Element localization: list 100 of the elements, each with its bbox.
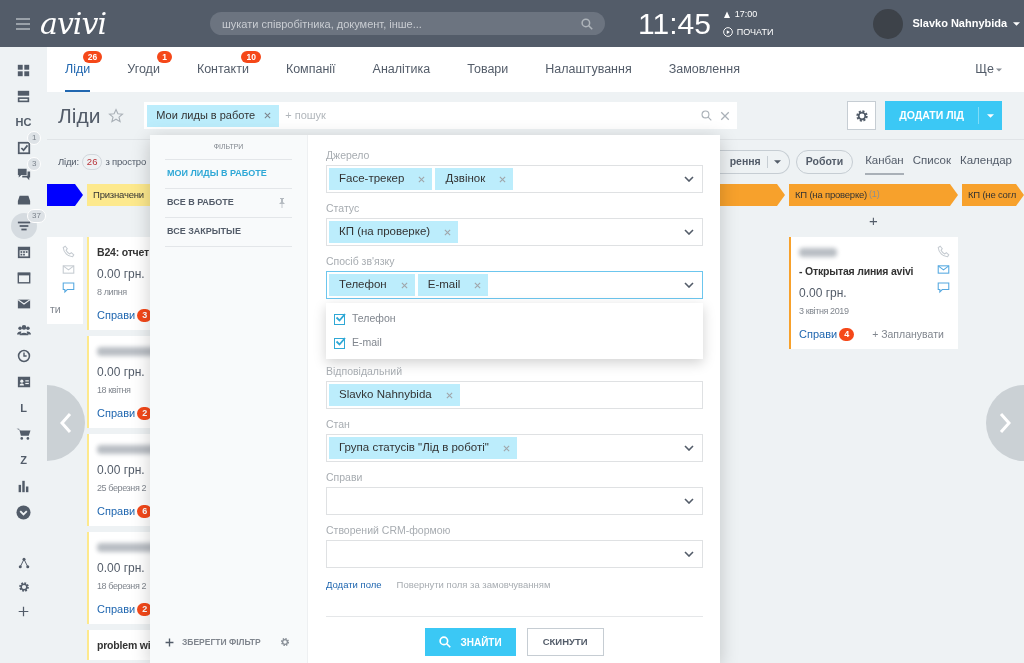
filter-chip[interactable]: E-mail <box>417 274 489 296</box>
caret-icon[interactable] <box>996 67 1002 72</box>
checkbox[interactable] <box>334 337 345 349</box>
start-link[interactable]: ПОЧАТИ <box>736 25 774 39</box>
cart-icon[interactable] <box>16 427 31 441</box>
filter-chip[interactable]: Мои лиды в работе <box>147 104 280 127</box>
plan-link[interactable]: ти <box>50 302 61 318</box>
activities-link[interactable]: Справи <box>97 307 136 324</box>
card-amount: 0.00 грн. <box>97 461 145 479</box>
checkbox[interactable] <box>334 313 345 325</box>
activities-link[interactable]: Справи <box>97 503 136 520</box>
filter-chip[interactable]: Група статусів "Лід в роботі" <box>329 437 517 459</box>
settings-icon <box>854 108 869 123</box>
filter-preset[interactable]: ВСЕ ЗАКРЫТЫЕ <box>165 218 292 247</box>
card-amount: 0.00 грн. <box>97 559 145 577</box>
count-badge: 1 <box>27 131 42 145</box>
select-field[interactable] <box>326 540 703 568</box>
filter-chip[interactable]: Дзвінок <box>435 168 514 190</box>
menu-icon[interactable] <box>16 17 30 30</box>
chat-icon[interactable] <box>16 167 31 181</box>
checkbox-icon[interactable] <box>16 141 31 155</box>
play-icon[interactable] <box>722 27 733 38</box>
caret-icon[interactable] <box>773 160 781 164</box>
tray-icon[interactable] <box>16 193 31 207</box>
grid-icon[interactable] <box>17 63 30 77</box>
drawer-icon[interactable] <box>17 89 30 103</box>
mail-icon[interactable] <box>16 297 31 311</box>
chevron-down-icon[interactable] <box>684 282 694 288</box>
chat-icon[interactable] <box>937 281 950 294</box>
card-title[interactable]: B24: отчет <box>97 245 149 261</box>
chat-icon[interactable] <box>62 281 75 294</box>
add-sign[interactable]: + <box>869 210 878 233</box>
filter-chip[interactable]: Slavko Nahnybida <box>329 384 460 406</box>
more-tab[interactable]: Ще <box>975 60 994 79</box>
view-tab[interactable]: Список <box>912 149 951 175</box>
activities-link[interactable]: Справи <box>97 601 136 618</box>
filter-chip[interactable]: КП (на проверке) <box>329 221 459 243</box>
sidebar-item[interactable]: Z <box>10 447 37 473</box>
nav-tab[interactable]: Угоди <box>127 47 160 92</box>
select-field[interactable]: Slavko Nahnybida <box>326 381 703 409</box>
select-field[interactable]: Група статусів "Лід в роботі" <box>326 434 703 462</box>
filter-icon[interactable] <box>16 219 31 233</box>
settings-icon[interactable] <box>17 581 30 593</box>
lead-card[interactable]: - Открытая линия avivi 0.00 грн. 3 квітня 2019 Справи 4 + Запланувати <box>789 237 958 349</box>
option-label[interactable]: E-mail <box>352 335 382 351</box>
plus-icon[interactable] <box>18 605 29 617</box>
select-field[interactable]: КП (на проверке) <box>326 218 703 246</box>
people-icon[interactable] <box>15 323 32 337</box>
clock-icon[interactable] <box>16 349 31 363</box>
field-label: Статус <box>326 202 361 215</box>
view-tab[interactable]: Календар <box>959 149 1012 175</box>
select-field[interactable]: Face-трекер Дзвінок <box>326 165 703 193</box>
chevron-down-icon[interactable] <box>684 445 694 451</box>
card-title[interactable]: - Открытая линия avivi <box>799 264 914 280</box>
save-filter-button[interactable]: ЗБЕРЕГТИ ФІЛЬТР <box>165 635 261 649</box>
sidebar-item[interactable]: L <box>10 395 37 421</box>
calendar-icon[interactable] <box>16 245 31 259</box>
card-amount: 0.00 грн. <box>799 284 847 302</box>
settings-icon[interactable] <box>280 637 290 647</box>
chevron-down-icon[interactable] <box>684 229 694 235</box>
stage-header[interactable]: КП (не согл <box>962 184 1024 206</box>
filter-search-field[interactable]: Мои лиды в работе + пошук <box>144 102 738 129</box>
filter-chip[interactable]: Телефон <box>329 274 415 296</box>
stage-header[interactable]: КП (на проверке) (1) <box>789 184 958 206</box>
window-icon[interactable] <box>16 271 31 285</box>
nav-tab[interactable]: Налаштування <box>545 47 632 92</box>
chevron-down-icon[interactable] <box>16 504 31 520</box>
nav-tab[interactable]: Компанії <box>285 47 336 92</box>
stage-header[interactable] <box>47 184 83 206</box>
nav-tab[interactable]: Аналітика <box>372 47 431 92</box>
logo[interactable]: avivi <box>40 8 106 39</box>
chevron-down-icon[interactable] <box>684 176 694 182</box>
nav-tab[interactable]: Товари <box>467 47 509 92</box>
caret-icon[interactable] <box>1013 21 1021 26</box>
lead-card[interactable]: ти <box>47 237 83 324</box>
card-title[interactable]: problem wi <box>97 637 151 654</box>
search-field[interactable]: шукати співробітника, документ, інше... <box>210 12 605 35</box>
count-badge: 37 <box>27 209 46 223</box>
chevron-down-icon[interactable] <box>684 551 694 557</box>
view-tab[interactable]: Канбан <box>865 149 904 175</box>
chevron-down-icon[interactable] <box>684 498 694 504</box>
settings-button[interactable] <box>847 101 877 130</box>
close-icon[interactable] <box>264 112 272 119</box>
select-field[interactable] <box>326 487 703 515</box>
filter-preset[interactable]: ВСЕ В РАБОТЕ <box>165 189 292 218</box>
plan-link[interactable]: + Запланувати <box>872 326 944 343</box>
user-name[interactable]: Slavko Nahnybida <box>912 15 1008 32</box>
search-placeholder: + пошук <box>285 108 326 124</box>
star-icon[interactable] <box>108 107 125 124</box>
reset-button[interactable]: СКИНУТИ <box>526 628 604 657</box>
nav-tab[interactable]: Замовлення <box>668 47 740 92</box>
activities-link[interactable]: Справи <box>97 405 136 422</box>
bar-chart-icon[interactable] <box>17 479 30 493</box>
network-icon[interactable] <box>17 557 30 569</box>
option-label[interactable]: Телефон <box>352 311 396 327</box>
filter-chip[interactable]: Face-трекер <box>329 168 433 190</box>
id-card-icon[interactable] <box>16 375 31 389</box>
select-field[interactable]: Телефон E-mail <box>326 271 703 299</box>
add-field-link[interactable]: Додати поле <box>326 578 382 593</box>
activities-link[interactable]: Справи <box>799 326 838 343</box>
